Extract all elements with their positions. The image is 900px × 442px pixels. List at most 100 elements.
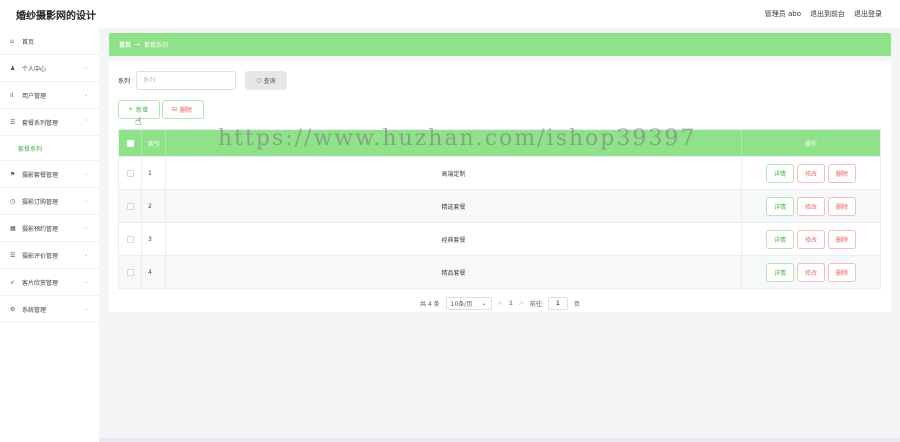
flag-icon: ⚑: [10, 170, 16, 178]
sidebar-subitem-series[interactable]: 套餐系列: [0, 136, 99, 161]
sidebar-item-label: 摄影套餐管理: [22, 171, 59, 179]
add-button-label: 新增: [136, 107, 149, 114]
sidebar-item-label: 摄影订购管理: [22, 198, 59, 206]
edit-button[interactable]: 修改: [797, 196, 825, 216]
chevron-down-icon: ⌄: [84, 198, 89, 204]
row-index: 2: [142, 190, 166, 222]
header-series: [166, 130, 742, 156]
logout-link[interactable]: 退出登录: [854, 9, 882, 19]
pagination: 共 4 条 10条/页 ⌄ < 1 > 前往 页: [118, 296, 882, 310]
sidebar-item-reviews[interactable]: ☰ 摄影评价管理 ⌄: [0, 242, 99, 269]
row-checkbox[interactable]: [126, 202, 134, 210]
series-search-input[interactable]: [136, 70, 237, 90]
delete-button[interactable]: 删除: [828, 229, 856, 249]
plus-icon: +: [128, 106, 134, 113]
sidebar-item-users[interactable]: ıl 用户管理 ⌄: [0, 82, 99, 109]
hand-cursor-icon: ☝: [135, 115, 142, 128]
sidebar-item-label: 用户管理: [22, 92, 47, 100]
row-series: 精品套餐: [166, 256, 742, 288]
delete-button[interactable]: 删除: [828, 262, 856, 282]
view-button[interactable]: 详情: [766, 196, 794, 216]
list-icon: ☰: [10, 251, 16, 259]
page-size-value: 10条/页: [450, 300, 473, 308]
chevron-up-icon: ⌃: [84, 119, 89, 125]
row-checkbox-cell: [119, 256, 142, 288]
chevron-down-icon: ⌄: [84, 252, 89, 258]
row-series: 高端定制: [166, 157, 742, 189]
chevron-down-icon: ⌄: [84, 171, 89, 177]
row-ops: 详情 修改 删除: [742, 157, 880, 189]
goto-page-input[interactable]: [547, 296, 568, 310]
row-checkbox[interactable]: [126, 235, 134, 243]
app-title: 婚纱摄影网的设计: [16, 10, 96, 22]
row-series: 精选套餐: [166, 190, 742, 222]
row-ops: 详情 修改 删除: [742, 190, 880, 222]
top-bar: 婚纱摄影网的设计 管理员 abo 退出到前台 退出登录: [0, 0, 900, 28]
search-icon: ○: [256, 76, 262, 84]
table-header: 索引 操作: [119, 130, 880, 156]
delete-icon: ⊟: [172, 106, 178, 113]
prev-page-icon[interactable]: <: [498, 300, 503, 307]
edit-button[interactable]: 修改: [797, 163, 825, 183]
total-count: 共 4 条: [420, 300, 440, 308]
view-button[interactable]: 详情: [766, 163, 794, 183]
admin-label: 管理员 abo: [764, 10, 801, 18]
sidebar-item-label: 客片欣赏管理: [22, 279, 59, 287]
edit-button[interactable]: 修改: [797, 229, 825, 249]
series-table: 索引 操作 1 高端定制 详情 修改 删除 2 精选套餐 详情 修改 删除 3 …: [118, 129, 881, 289]
current-page[interactable]: 1: [509, 300, 513, 307]
sidebar-item-series-management[interactable]: ☰ 套餐系列管理 ⌃: [0, 109, 99, 136]
page-size-select[interactable]: 10条/页 ⌄: [445, 296, 492, 310]
header-index: 索引: [142, 130, 166, 156]
row-series: 经典套餐: [166, 223, 742, 255]
user-icon: ♟: [10, 64, 16, 72]
sidebar: ⌂ 首页 ♟ 个人中心 ⌄ ıl 用户管理 ⌄ ☰ 套餐系列管理 ⌃ 套餐系列 …: [0, 28, 99, 442]
row-checkbox[interactable]: [126, 268, 134, 276]
next-page-icon[interactable]: >: [519, 300, 524, 307]
header-checkbox-cell: [119, 130, 142, 156]
table-row: 4 精品套餐 详情 修改 删除: [119, 255, 880, 288]
select-all-checkbox[interactable]: [126, 139, 134, 147]
sidebar-item-label: 个人中心: [22, 65, 47, 73]
top-links: 管理员 abo 退出到前台 退出登录: [765, 9, 882, 19]
view-button[interactable]: 详情: [766, 262, 794, 282]
search-label: 系列: [118, 77, 131, 85]
query-button[interactable]: ○ 查询: [245, 70, 288, 90]
breadcrumb-home[interactable]: 首页: [119, 40, 131, 49]
row-checkbox-cell: [119, 223, 142, 255]
query-button-label: 查询: [263, 77, 276, 85]
header-ops: 操作: [804, 140, 817, 148]
goto-label: 前往: [529, 300, 542, 308]
exit-to-front-link[interactable]: 退出到前台: [810, 9, 845, 19]
chevron-down-icon: ⌄: [84, 92, 89, 98]
arrow-right-icon: →: [135, 41, 141, 48]
view-button[interactable]: 详情: [766, 229, 794, 249]
table-row: 2 精选套餐 详情 修改 删除: [119, 189, 880, 222]
row-ops: 详情 修改 删除: [742, 223, 880, 255]
chart-icon: ıl: [10, 91, 14, 99]
table-row: 3 经典套餐 详情 修改 删除: [119, 222, 880, 255]
home-icon: ⌂: [10, 37, 14, 45]
delete-button[interactable]: 删除: [828, 163, 856, 183]
chevron-down-icon: ⌄: [84, 225, 89, 231]
table-row: 1 高端定制 详情 修改 删除: [119, 156, 880, 189]
sidebar-item-label: 摄影评价管理: [22, 252, 59, 260]
sidebar-item-system[interactable]: ⚙ 系统管理 ⌄: [0, 296, 99, 323]
batch-delete-button[interactable]: ⊟ 删除: [162, 100, 204, 119]
sidebar-item-appointments[interactable]: ▦ 摄影预约管理 ⌄: [0, 215, 99, 242]
breadcrumb-current: 套餐系列: [144, 42, 169, 49]
bottom-strip: [99, 438, 900, 442]
sidebar-item-packages[interactable]: ⚑ 摄影套餐管理 ⌄: [0, 161, 99, 188]
search-row: 系列 ○ 查询: [118, 70, 882, 90]
sidebar-item-orders[interactable]: ◷ 摄影订购管理 ⌄: [0, 188, 99, 215]
sidebar-item-gallery[interactable]: ➶ 客片欣赏管理 ⌄: [0, 269, 99, 296]
row-index: 3: [142, 223, 166, 255]
sidebar-item-home[interactable]: ⌂ 首页: [0, 28, 99, 55]
action-row: + 新增 ⊟ 删除: [118, 100, 882, 119]
delete-button[interactable]: 删除: [828, 196, 856, 216]
row-checkbox[interactable]: [126, 169, 134, 177]
chevron-down-icon: ⌄: [84, 279, 89, 285]
row-checkbox-cell: [119, 190, 142, 222]
sidebar-item-personal-center[interactable]: ♟ 个人中心 ⌄: [0, 55, 99, 82]
edit-button[interactable]: 修改: [797, 262, 825, 282]
